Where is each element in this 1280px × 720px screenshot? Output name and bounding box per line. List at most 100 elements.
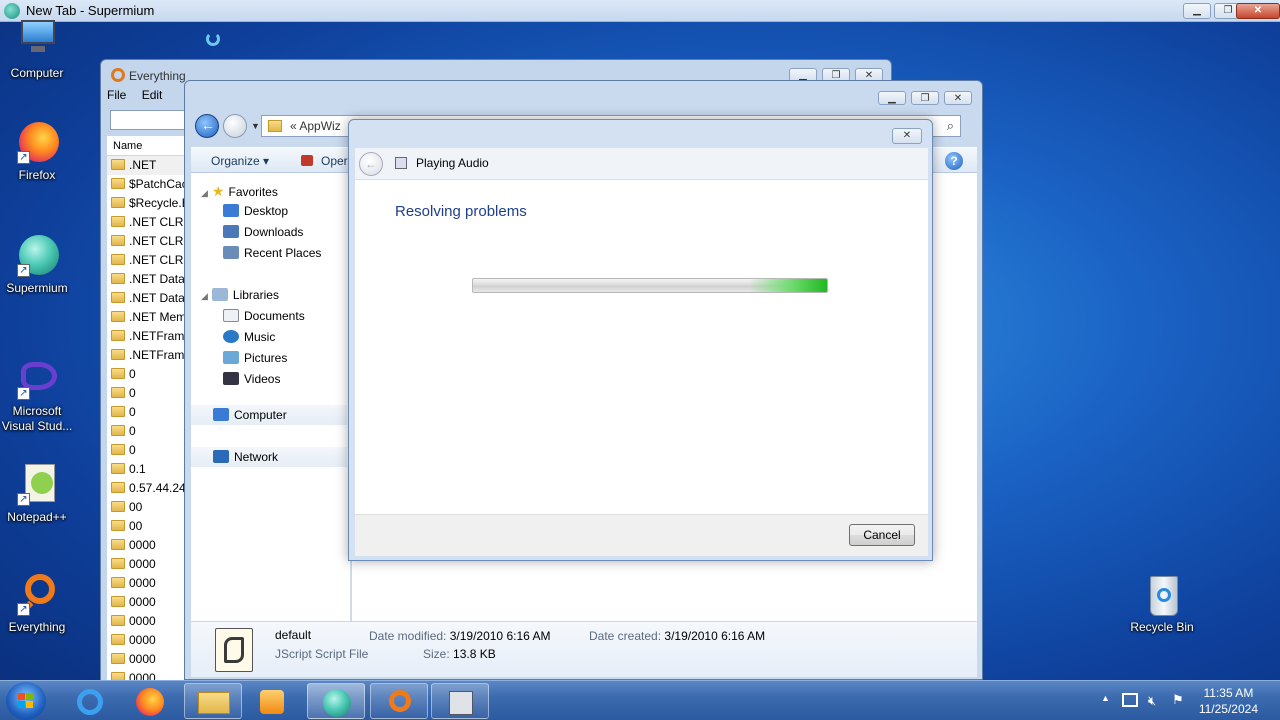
notepadpp-icon: ↗ (15, 462, 59, 506)
nav-network[interactable]: Network (213, 450, 278, 464)
list-item[interactable]: $Recycle.B (107, 194, 187, 213)
taskbar-explorer[interactable] (184, 683, 242, 719)
organize-button[interactable]: Organize ▾ (211, 154, 269, 168)
taskbar-media-player[interactable] (244, 683, 302, 719)
nav-videos[interactable]: Videos (223, 372, 280, 386)
taskbar-firefox[interactable] (121, 683, 179, 719)
list-item[interactable]: 00 (107, 517, 187, 536)
list-item-label: 00 (129, 500, 143, 514)
list-item[interactable]: 0000 (107, 650, 187, 669)
forward-button[interactable] (223, 114, 247, 138)
nav-recent-places[interactable]: Recent Places (223, 246, 321, 260)
desktop-icon-supermium[interactable]: ↗ Supermium (0, 233, 77, 296)
date-created-label: Date created: (589, 629, 662, 643)
list-item[interactable]: $PatchCac (107, 175, 187, 194)
nav-favorites[interactable]: ◢ ★ Favorites (201, 183, 278, 200)
list-item[interactable]: 0.1 (107, 460, 187, 479)
network-flag-icon[interactable]: ⚑ (1172, 692, 1184, 708)
close-button[interactable]: ✕ (1236, 3, 1280, 19)
list-item-label: 0 (129, 367, 136, 381)
back-button[interactable]: ← (359, 152, 383, 176)
list-item[interactable]: 0 (107, 365, 187, 384)
list-item[interactable]: .NET Mem (107, 308, 187, 327)
list-item[interactable]: 0000 (107, 593, 187, 612)
menu-file[interactable]: File (107, 88, 126, 102)
folder-icon (111, 425, 125, 436)
nav-downloads[interactable]: Downloads (223, 225, 303, 239)
taskbar-ie[interactable] (61, 683, 119, 719)
open-button[interactable]: Oper (321, 154, 348, 168)
browser-window-title: New Tab - Supermium (26, 3, 155, 18)
explorer-minimize-button[interactable]: ▁ (878, 91, 906, 105)
troubleshooter-dialog[interactable]: ✕ ← Playing Audio Resolving problems Can… (348, 119, 933, 561)
documents-icon (223, 309, 239, 322)
list-item-label: .NETFrame (129, 348, 187, 362)
desktop-icon-visual-studio[interactable]: ↗ Microsoft Visual Stud... (0, 356, 77, 434)
list-item[interactable]: 0 (107, 403, 187, 422)
list-item[interactable]: 0000 (107, 612, 187, 631)
minimize-button[interactable]: ▁ (1183, 3, 1211, 19)
show-hidden-icons-button[interactable]: ▲ (1101, 693, 1110, 703)
troubleshooter-icon (449, 691, 473, 715)
desktop-icon-label: Computer (10, 66, 64, 80)
list-item[interactable]: .NET Data (107, 289, 187, 308)
list-item-label: .NET CLR I (129, 234, 187, 248)
list-item[interactable]: 0000 (107, 631, 187, 650)
list-item[interactable]: .NETFrame (107, 327, 187, 346)
start-button[interactable] (6, 682, 46, 720)
help-icon[interactable]: ? (945, 152, 963, 170)
explorer-close-button[interactable]: ✕ (944, 91, 972, 105)
list-item[interactable]: .NET Data (107, 270, 187, 289)
desktop-icon-firefox[interactable]: ↗ Firefox (0, 120, 77, 183)
column-header-name[interactable]: Name (107, 136, 187, 156)
list-item-label: 0 (129, 424, 136, 438)
desktop-icon-computer[interactable]: Computer (0, 18, 77, 81)
list-item[interactable]: 00 (107, 498, 187, 517)
list-item[interactable]: .NET CLR I (107, 232, 187, 251)
search-icon[interactable]: ⌕ (947, 118, 954, 134)
list-item[interactable]: 0 (107, 384, 187, 403)
recent-pages-chevron-icon[interactable]: ▼ (251, 121, 260, 131)
list-item[interactable]: .NET CLR I (107, 251, 187, 270)
list-item[interactable]: 0.57.44.249 (107, 479, 187, 498)
address-crumb[interactable]: « AppWiz (290, 119, 341, 133)
action-center-icon[interactable] (1122, 693, 1138, 707)
volume-muted-icon[interactable]: 🔇︎ (1148, 693, 1156, 709)
folder-icon (111, 178, 125, 189)
desktop-icon-recycle-bin[interactable]: Recycle Bin (1122, 572, 1202, 635)
nav-pictures[interactable]: Pictures (223, 351, 287, 365)
media-player-icon (260, 690, 284, 714)
everything-results-list[interactable]: Name .NET $PatchCac $Recycle.B .NET CLR I .N… (107, 136, 187, 700)
list-item[interactable]: 0000 (107, 536, 187, 555)
list-item[interactable]: 0000 (107, 555, 187, 574)
list-item[interactable]: .NET CLR I (107, 213, 187, 232)
shortcut-arrow-icon: ↗ (17, 151, 30, 164)
desktop-icon-everything[interactable]: ↗ Everything (0, 572, 77, 635)
taskbar-troubleshooter[interactable] (431, 683, 489, 719)
taskbar-supermium[interactable] (307, 683, 365, 719)
back-button[interactable]: ← (195, 114, 219, 138)
everything-search-input[interactable] (110, 110, 190, 130)
dialog-close-button[interactable]: ✕ (892, 128, 922, 144)
desktop-icon-notepadpp[interactable]: ↗ Notepad++ (0, 462, 77, 525)
nav-documents[interactable]: Documents (223, 309, 305, 323)
list-item-label: 0 (129, 386, 136, 400)
nav-music[interactable]: Music (223, 330, 275, 344)
list-item[interactable]: .NET (107, 156, 187, 175)
folder-icon (111, 216, 125, 227)
list-item[interactable]: 0000 (107, 574, 187, 593)
nav-desktop[interactable]: Desktop (223, 204, 288, 218)
nav-libraries[interactable]: ◢ Libraries (201, 288, 279, 302)
taskbar-everything[interactable] (370, 683, 428, 719)
list-item-label: .NET Data (129, 291, 185, 305)
explorer-maximize-button[interactable]: ❐ (911, 91, 939, 105)
nav-computer[interactable]: Computer (213, 408, 287, 422)
system-clock[interactable]: 11:35 AM 11/25/2024 (1199, 685, 1258, 717)
list-item-label: .NET Data (129, 272, 185, 286)
list-item[interactable]: .NETFrame (107, 346, 187, 365)
file-type: JScript Script File (275, 647, 369, 661)
cancel-button[interactable]: Cancel (849, 524, 915, 546)
list-item[interactable]: 0 (107, 441, 187, 460)
menu-edit[interactable]: Edit (142, 88, 163, 102)
list-item[interactable]: 0 (107, 422, 187, 441)
